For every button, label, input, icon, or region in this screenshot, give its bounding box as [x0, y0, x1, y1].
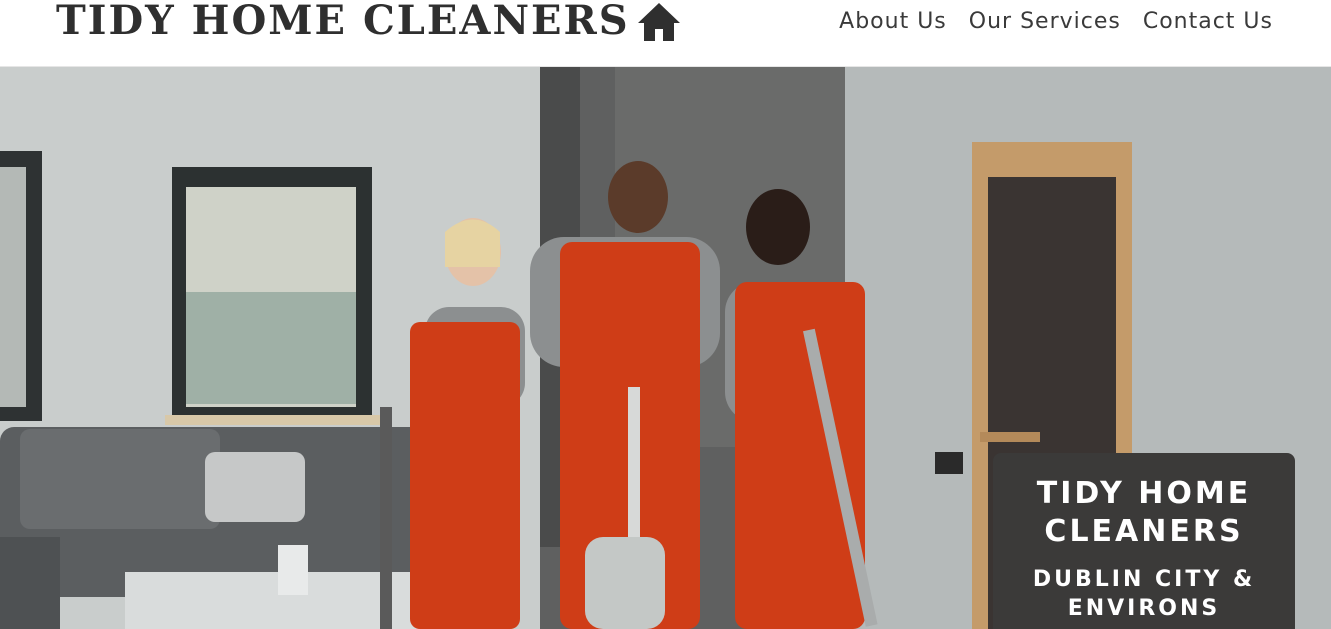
nav-our-services[interactable]: Our Services — [969, 7, 1121, 37]
hero-image: TIDY HOME CLEANERS DUBLIN CITY & ENVIRON… — [0, 67, 1331, 629]
hero-banner: TIDY HOME CLEANERS DUBLIN CITY & ENVIRON… — [993, 453, 1295, 629]
nav-contact-us[interactable]: Contact Us — [1143, 7, 1273, 37]
brand-logo[interactable]: TIDY HOME CLEANERS — [56, 0, 682, 46]
main-nav: About Us Our Services Contact Us — [839, 7, 1273, 37]
banner-subtitle: DUBLIN CITY & ENVIRONS — [1032, 567, 1256, 621]
house-icon — [637, 3, 680, 41]
site-header: TIDY HOME CLEANERS About Us Our Services… — [0, 0, 1331, 67]
banner-title: TIDY HOME CLEANERS — [1036, 476, 1252, 549]
nav-about-us[interactable]: About Us — [839, 7, 947, 37]
brand-name: TIDY HOME CLEANERS — [56, 0, 630, 44]
